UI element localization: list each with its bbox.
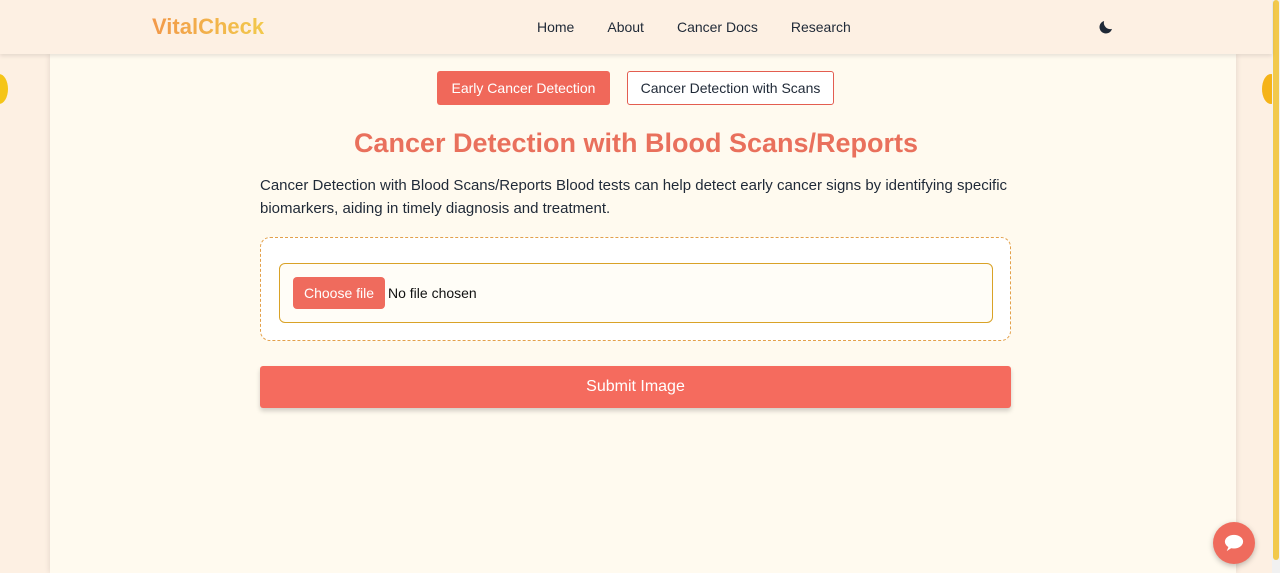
chat-button[interactable] <box>1213 522 1255 564</box>
nav-link-cancer-docs[interactable]: Cancer Docs <box>677 19 758 35</box>
nav-link-research[interactable]: Research <box>791 19 851 35</box>
moon-icon[interactable] <box>1097 18 1115 36</box>
page-title: Cancer Detection with Blood Scans/Report… <box>353 128 919 158</box>
decorative-dot-left <box>0 74 8 104</box>
choose-file-button[interactable]: Choose file <box>293 277 385 309</box>
file-input[interactable]: Choose file No file chosen <box>279 263 993 323</box>
tab-early-cancer-detection[interactable]: Early Cancer Detection <box>437 71 610 105</box>
navbar: VitalCheck Home About Cancer Docs Resear… <box>0 0 1272 54</box>
nav-link-home[interactable]: Home <box>537 19 574 35</box>
scrollbar[interactable] <box>1272 0 1280 573</box>
brand-logo[interactable]: VitalCheck <box>152 14 264 40</box>
scrollbar-thumb[interactable] <box>1273 0 1279 560</box>
nav-links: Home About Cancer Docs Research <box>537 19 851 35</box>
chat-bubble-icon <box>1224 534 1244 552</box>
tab-cancer-detection-scans[interactable]: Cancer Detection with Scans <box>627 71 834 105</box>
upload-dropzone[interactable]: Choose file No file chosen <box>260 237 1011 341</box>
file-status-text: No file chosen <box>388 285 477 301</box>
submit-image-button[interactable]: Submit Image <box>260 366 1011 408</box>
nav-link-about[interactable]: About <box>607 19 644 35</box>
detection-tabs: Early Cancer Detection Cancer Detection … <box>437 71 834 105</box>
page-description: Cancer Detection with Blood Scans/Report… <box>260 177 1008 217</box>
